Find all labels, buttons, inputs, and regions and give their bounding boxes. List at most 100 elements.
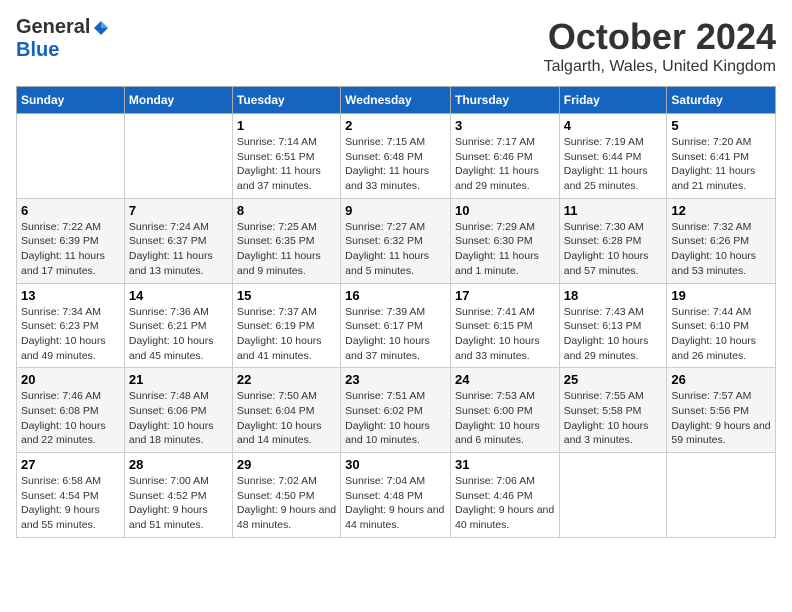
day-info: Sunrise: 7:34 AM Sunset: 6:23 PM Dayligh… — [21, 305, 120, 364]
table-row: 17Sunrise: 7:41 AM Sunset: 6:15 PM Dayli… — [450, 283, 559, 368]
table-row: 10Sunrise: 7:29 AM Sunset: 6:30 PM Dayli… — [450, 198, 559, 283]
table-row — [667, 453, 776, 538]
logo-general-text: General — [16, 16, 90, 39]
day-number: 23 — [345, 372, 446, 387]
day-number: 21 — [129, 372, 228, 387]
day-number: 20 — [21, 372, 120, 387]
calendar-week-row: 27 Sunrise: 6:58 AM Sunset: 4:54 PM Dayli… — [17, 453, 776, 538]
day-number: 13 — [21, 288, 120, 303]
day-number: 12 — [671, 203, 771, 218]
day-number: 19 — [671, 288, 771, 303]
logo-blue-text: Blue — [16, 39, 59, 61]
day-info: Sunrise: 7:20 AM Sunset: 6:41 PM Dayligh… — [671, 135, 771, 194]
day-number: 16 — [345, 288, 446, 303]
day-number: 15 — [237, 288, 336, 303]
header-thursday: Thursday — [450, 87, 559, 114]
calendar-header-row: Sunday Monday Tuesday Wednesday Thursday… — [17, 87, 776, 114]
day-info: Sunrise: 7:39 AM Sunset: 6:17 PM Dayligh… — [345, 305, 446, 364]
table-row: 11 Sunrise: 7:30 AM Sunset: 6:28 PM Dayli… — [559, 198, 667, 283]
day-number: 30 — [345, 457, 446, 472]
day-number: 5 — [671, 118, 771, 133]
table-row: 15 Sunrise: 7:37 AM Sunset: 6:19 PM Dayli… — [232, 283, 340, 368]
logo-icon — [92, 19, 110, 37]
table-row: 16 Sunrise: 7:39 AM Sunset: 6:17 PM Dayli… — [341, 283, 451, 368]
day-number: 1 — [237, 118, 336, 133]
table-row: 28 Sunrise: 7:00 AM Sunset: 4:52 PM Dayli… — [124, 453, 232, 538]
day-number: 27 — [21, 457, 120, 472]
table-row: 25 Sunrise: 7:55 AM Sunset: 5:58 PM Dayli… — [559, 368, 667, 453]
header-tuesday: Tuesday — [232, 87, 340, 114]
table-row: 21 Sunrise: 7:48 AM Sunset: 6:06 PM Dayli… — [124, 368, 232, 453]
table-row: 3 Sunrise: 7:17 AM Sunset: 6:46 PM Daylig… — [450, 114, 559, 199]
location-title: Talgarth, Wales, United Kingdom — [544, 58, 776, 76]
table-row: 6Sunrise: 7:22 AM Sunset: 6:39 PM Daylig… — [17, 198, 125, 283]
day-info: Sunrise: 7:14 AM Sunset: 6:51 PM Dayligh… — [237, 135, 336, 194]
day-info: Sunrise: 7:37 AM Sunset: 6:19 PM Dayligh… — [237, 305, 336, 364]
table-row: 24Sunrise: 7:53 AM Sunset: 6:00 PM Dayli… — [450, 368, 559, 453]
table-row: 5 Sunrise: 7:20 AM Sunset: 6:41 PM Daylig… — [667, 114, 776, 199]
table-row: 4 Sunrise: 7:19 AM Sunset: 6:44 PM Daylig… — [559, 114, 667, 199]
table-row: 29Sunrise: 7:02 AM Sunset: 4:50 PM Dayli… — [232, 453, 340, 538]
table-row — [17, 114, 125, 199]
day-info: Sunrise: 7:17 AM Sunset: 6:46 PM Dayligh… — [455, 135, 555, 194]
table-row: 23 Sunrise: 7:51 AM Sunset: 6:02 PM Dayli… — [341, 368, 451, 453]
header-friday: Friday — [559, 87, 667, 114]
day-number: 11 — [564, 203, 663, 218]
day-info: Sunrise: 7:50 AM Sunset: 6:04 PM Dayligh… — [237, 389, 336, 448]
day-info: Sunrise: 7:55 AM Sunset: 5:58 PM Dayligh… — [564, 389, 663, 448]
calendar-week-row: 13 Sunrise: 7:34 AM Sunset: 6:23 PM Dayli… — [17, 283, 776, 368]
day-number: 22 — [237, 372, 336, 387]
table-row: 1 Sunrise: 7:14 AM Sunset: 6:51 PM Daylig… — [232, 114, 340, 199]
day-info: Sunrise: 7:48 AM Sunset: 6:06 PM Dayligh… — [129, 389, 228, 448]
table-row: 20 Sunrise: 7:46 AM Sunset: 6:08 PM Dayli… — [17, 368, 125, 453]
table-row: 12 Sunrise: 7:32 AM Sunset: 6:26 PM Dayli… — [667, 198, 776, 283]
day-info: Sunrise: 7:51 AM Sunset: 6:02 PM Dayligh… — [345, 389, 446, 448]
day-info: Sunrise: 7:19 AM Sunset: 6:44 PM Dayligh… — [564, 135, 663, 194]
table-row: 26Sunrise: 7:57 AM Sunset: 5:56 PM Dayli… — [667, 368, 776, 453]
day-number: 28 — [129, 457, 228, 472]
day-info: Sunrise: 7:30 AM Sunset: 6:28 PM Dayligh… — [564, 220, 663, 279]
table-row: 7 Sunrise: 7:24 AM Sunset: 6:37 PM Daylig… — [124, 198, 232, 283]
day-number: 31 — [455, 457, 555, 472]
table-row — [559, 453, 667, 538]
day-number: 17 — [455, 288, 555, 303]
day-number: 25 — [564, 372, 663, 387]
day-info: Sunrise: 7:32 AM Sunset: 6:26 PM Dayligh… — [671, 220, 771, 279]
table-row — [124, 114, 232, 199]
table-row: 31 Sunrise: 7:06 AM Sunset: 4:46 PM Dayli… — [450, 453, 559, 538]
day-number: 29 — [237, 457, 336, 472]
table-row: 14 Sunrise: 7:36 AM Sunset: 6:21 PM Dayli… — [124, 283, 232, 368]
day-info: Sunrise: 7:00 AM Sunset: 4:52 PM Dayligh… — [129, 474, 228, 533]
day-info: Sunrise: 7:36 AM Sunset: 6:21 PM Dayligh… — [129, 305, 228, 364]
day-number: 14 — [129, 288, 228, 303]
header-wednesday: Wednesday — [341, 87, 451, 114]
header-saturday: Saturday — [667, 87, 776, 114]
table-row: 18 Sunrise: 7:43 AM Sunset: 6:13 PM Dayli… — [559, 283, 667, 368]
day-number: 6 — [21, 203, 120, 218]
day-info: Sunrise: 7:25 AM Sunset: 6:35 PM Dayligh… — [237, 220, 336, 279]
calendar-week-row: 1 Sunrise: 7:14 AM Sunset: 6:51 PM Daylig… — [17, 114, 776, 199]
day-info: Sunrise: 7:24 AM Sunset: 6:37 PM Dayligh… — [129, 220, 228, 279]
table-row: 13 Sunrise: 7:34 AM Sunset: 6:23 PM Dayli… — [17, 283, 125, 368]
logo: General Blue — [16, 16, 110, 62]
header-sunday: Sunday — [17, 87, 125, 114]
title-area: October 2024 Talgarth, Wales, United Kin… — [544, 16, 776, 76]
day-info: Sunrise: 7:15 AM Sunset: 6:48 PM Dayligh… — [345, 135, 446, 194]
day-number: 7 — [129, 203, 228, 218]
day-number: 18 — [564, 288, 663, 303]
month-title: October 2024 — [544, 16, 776, 58]
calendar-table: Sunday Monday Tuesday Wednesday Thursday… — [16, 86, 776, 538]
day-info: Sunrise: 7:06 AM Sunset: 4:46 PM Dayligh… — [455, 474, 555, 533]
day-info: Sunrise: 7:46 AM Sunset: 6:08 PM Dayligh… — [21, 389, 120, 448]
day-number: 4 — [564, 118, 663, 133]
day-info: Sunrise: 7:43 AM Sunset: 6:13 PM Dayligh… — [564, 305, 663, 364]
day-info: Sunrise: 6:58 AM Sunset: 4:54 PM Dayligh… — [21, 474, 120, 533]
day-info: Sunrise: 7:44 AM Sunset: 6:10 PM Dayligh… — [671, 305, 771, 364]
day-info: Sunrise: 7:27 AM Sunset: 6:32 PM Dayligh… — [345, 220, 446, 279]
day-number: 3 — [455, 118, 555, 133]
day-number: 9 — [345, 203, 446, 218]
day-info: Sunrise: 7:57 AM Sunset: 5:56 PM Dayligh… — [671, 389, 771, 448]
table-row: 27 Sunrise: 6:58 AM Sunset: 4:54 PM Dayli… — [17, 453, 125, 538]
table-row: 9 Sunrise: 7:27 AM Sunset: 6:32 PM Daylig… — [341, 198, 451, 283]
day-number: 10 — [455, 203, 555, 218]
